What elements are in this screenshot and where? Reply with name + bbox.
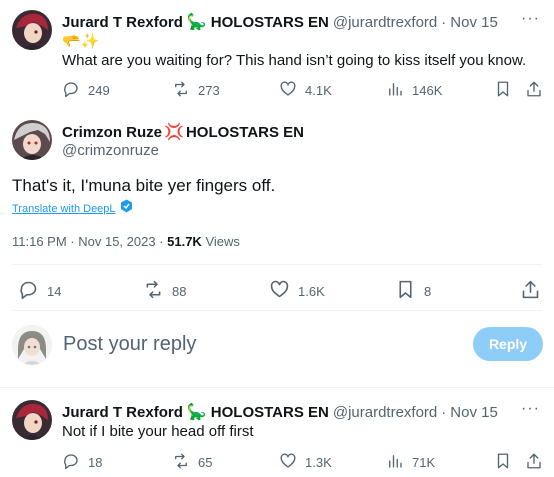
- author-suffix[interactable]: HOLOSTARS EN: [186, 124, 304, 141]
- reply-button[interactable]: Reply: [473, 327, 543, 361]
- heart-icon: [269, 279, 290, 303]
- separator: ·: [441, 404, 447, 421]
- reply-icon: [18, 279, 39, 303]
- repost-count: 88: [172, 283, 187, 299]
- author-handle[interactable]: @jurardtrexford: [333, 14, 437, 31]
- views-count: 71K: [412, 455, 436, 470]
- bookmark-count: 8: [424, 283, 432, 299]
- share-icon[interactable]: [525, 80, 543, 103]
- author-handle[interactable]: @crimzonruze: [62, 142, 159, 159]
- anger-emoji: 💢: [164, 124, 184, 141]
- analytics-icon: [386, 452, 404, 473]
- share-icon[interactable]: [520, 279, 541, 305]
- translate-link[interactable]: Translate with DeepL: [12, 199, 133, 218]
- tweet-text: Not if I bite your head off first: [62, 423, 254, 440]
- repost-action[interactable]: 273: [172, 80, 220, 101]
- avatar[interactable]: [12, 120, 52, 160]
- timestamp-row: 11:16 PM · Nov 15, 2023 · 51.7K Views: [12, 234, 240, 249]
- heart-icon: [279, 452, 297, 473]
- bookmark-icon[interactable]: [494, 80, 512, 103]
- like-count: 1.6K: [298, 283, 325, 299]
- views-count: 51.7K: [167, 234, 202, 249]
- reply-input[interactable]: Post your reply: [63, 333, 196, 356]
- views-action[interactable]: 146K: [386, 80, 442, 101]
- author-suffix[interactable]: HOLOSTARS EN: [211, 404, 329, 421]
- more-options-icon[interactable]: ···: [521, 400, 540, 418]
- divider: [0, 387, 554, 388]
- post-time[interactable]: 11:16 PM · Nov 15, 2023 ·: [12, 234, 167, 249]
- author-name[interactable]: Jurard T Rexford: [62, 14, 183, 31]
- repost-icon: [172, 80, 190, 101]
- deepl-icon: [120, 199, 133, 218]
- bookmark-icon[interactable]: [494, 452, 512, 475]
- avatar[interactable]: [12, 325, 52, 365]
- emoji-line: 🫳✨: [62, 33, 100, 50]
- translate-label[interactable]: Translate with DeepL: [12, 203, 116, 215]
- author-suffix[interactable]: HOLOSTARS EN: [211, 14, 329, 31]
- reply-action[interactable]: 14: [18, 279, 61, 303]
- post-date[interactable]: Nov 15: [450, 404, 498, 421]
- tweet-text: What are you waiting for? This hand isn’…: [62, 52, 527, 69]
- analytics-icon: [386, 80, 404, 101]
- repost-count: 273: [198, 83, 220, 98]
- like-action[interactable]: 1.6K: [269, 279, 325, 303]
- heart-icon: [279, 80, 297, 101]
- more-options-icon[interactable]: ···: [521, 10, 540, 28]
- repost-icon: [172, 452, 190, 473]
- author-name[interactable]: Crimzon Ruze: [62, 124, 162, 141]
- like-count: 4.1K: [305, 83, 332, 98]
- views-action[interactable]: 71K: [386, 452, 435, 473]
- repost-count: 65: [198, 455, 213, 470]
- divider: [12, 310, 542, 311]
- tweet-text: That's it, I'muna bite yer fingers off.: [12, 176, 276, 195]
- like-count: 1.3K: [305, 455, 332, 470]
- like-action[interactable]: 4.1K: [279, 80, 332, 101]
- dinosaur-emoji: 🦕: [186, 14, 207, 31]
- avatar[interactable]: [12, 10, 52, 50]
- dinosaur-emoji: 🦕: [186, 404, 207, 421]
- bookmark-icon: [395, 279, 416, 303]
- separator: ·: [441, 14, 447, 31]
- views-count: 146K: [412, 83, 443, 98]
- avatar[interactable]: [12, 400, 52, 440]
- reply-action[interactable]: 249: [62, 80, 110, 101]
- reply-count: 249: [88, 83, 110, 98]
- divider: [12, 264, 542, 265]
- author-name[interactable]: Jurard T Rexford: [62, 404, 183, 421]
- author-handle[interactable]: @jurardtrexford: [333, 404, 437, 421]
- reply-icon: [62, 452, 80, 473]
- reply-icon: [62, 80, 80, 101]
- repost-action[interactable]: 88: [143, 279, 186, 303]
- bookmark-action[interactable]: 8: [395, 279, 431, 303]
- post-date[interactable]: Nov 15: [450, 14, 498, 31]
- reply-action[interactable]: 18: [62, 452, 102, 473]
- repost-action[interactable]: 65: [172, 452, 212, 473]
- reply-count: 18: [88, 455, 103, 470]
- share-icon[interactable]: [525, 452, 543, 475]
- reply-count: 14: [47, 283, 62, 299]
- like-action[interactable]: 1.3K: [279, 452, 332, 473]
- repost-icon: [143, 279, 164, 303]
- views-label: Views: [201, 234, 240, 249]
